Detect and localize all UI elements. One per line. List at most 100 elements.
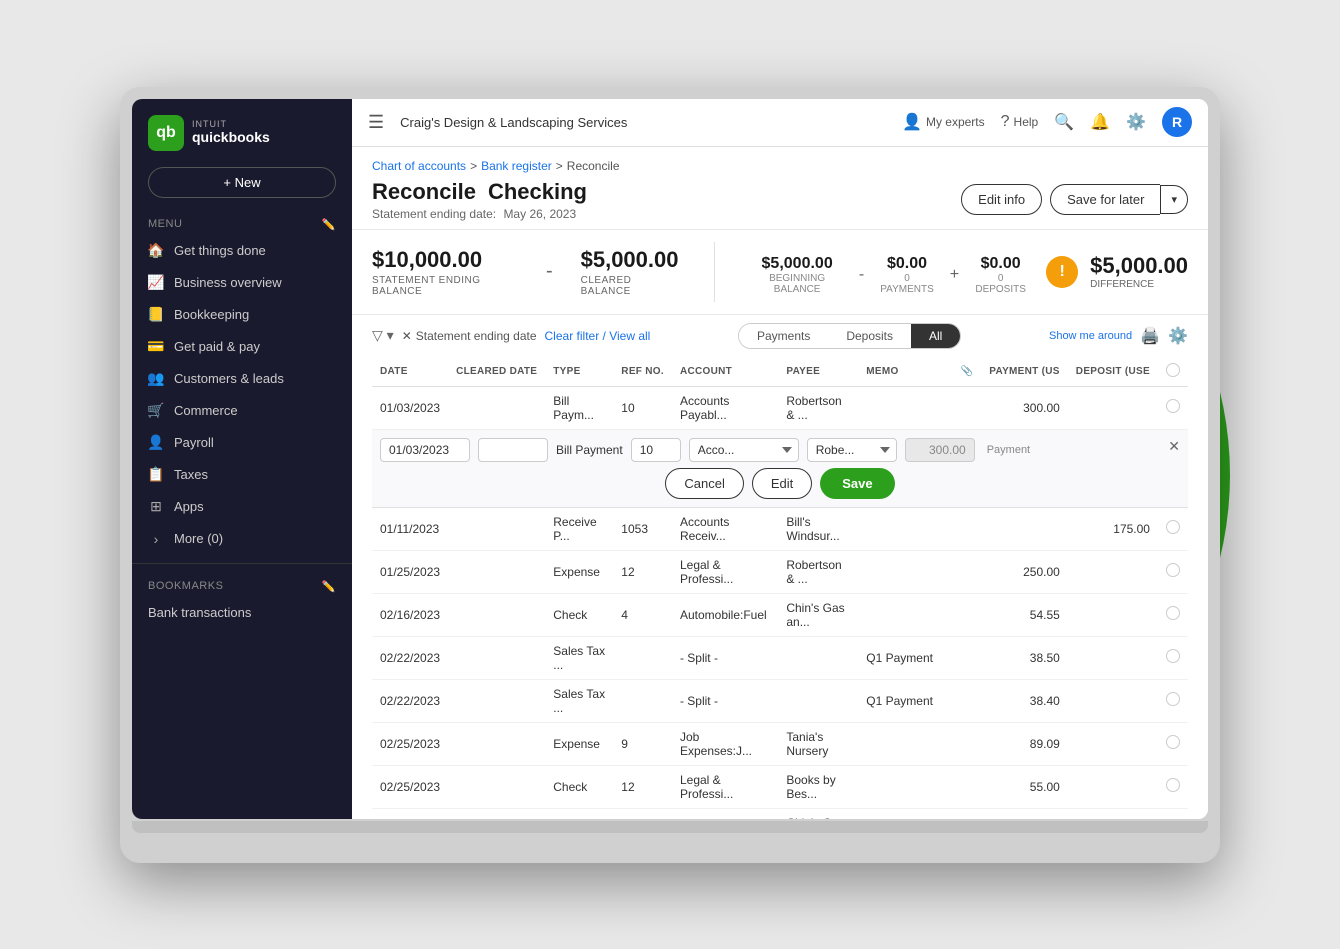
sidebar-item-more[interactable]: › More (0)	[132, 523, 352, 555]
tab-all[interactable]: All	[911, 324, 960, 348]
edit-ref-input[interactable]	[631, 438, 681, 462]
search-icon: 🔍	[1054, 112, 1074, 132]
cancel-button[interactable]: Cancel	[665, 468, 743, 499]
sidebar: qb INTUIT quickbooks + New MENU ✏️ 🏠 Get…	[132, 99, 352, 819]
cell-payee: Chin's Gas an...	[778, 593, 858, 636]
edit-amount-input[interactable]	[905, 438, 975, 462]
filter-icon[interactable]: ▽ ▾	[372, 327, 394, 344]
save-button[interactable]: Save	[820, 468, 894, 499]
edit-account-select[interactable]: Acco...	[689, 438, 799, 462]
sidebar-item-business-overview[interactable]: 📈 Business overview	[132, 267, 352, 299]
cleared-balance-label: CLEARED BALANCE	[581, 275, 679, 297]
cell-date: 02/16/2023	[372, 593, 448, 636]
new-button[interactable]: + New	[148, 167, 336, 198]
cell-attach	[952, 593, 981, 636]
user-avatar[interactable]: R	[1162, 107, 1192, 137]
cell-radio[interactable]	[1158, 679, 1188, 722]
sidebar-item-taxes[interactable]: 📋 Taxes	[132, 459, 352, 491]
save-for-later-button[interactable]: Save for later	[1050, 184, 1160, 215]
cell-radio[interactable]	[1158, 386, 1188, 429]
cell-radio[interactable]	[1158, 765, 1188, 808]
scroll-hint[interactable]: Show me around	[1049, 330, 1132, 342]
table-row[interactable]: 01/11/2023 Receive P... 1053 Accounts Re…	[372, 507, 1188, 550]
edit-button[interactable]: Edit	[752, 468, 812, 499]
cell-attach	[952, 636, 981, 679]
edit-info-button[interactable]: Edit info	[961, 184, 1042, 215]
edit-type-label: Bill Payment	[556, 443, 623, 457]
edit-cleared-input[interactable]	[478, 438, 548, 462]
cell-radio[interactable]	[1158, 636, 1188, 679]
page-title: Reconcile	[372, 179, 476, 205]
hamburger-icon[interactable]: ☰	[368, 112, 384, 133]
cell-deposit	[1068, 636, 1158, 679]
table-row[interactable]: 02/25/2023 Expense 9 Job Expenses:J... T…	[372, 722, 1188, 765]
cell-type: Expense	[545, 550, 613, 593]
table-row[interactable]: 02/16/2023 Check 4 Automobile:Fuel Chin'…	[372, 593, 1188, 636]
table-row[interactable]: 02/22/2023 Sales Tax ... - Split - Q1 Pa…	[372, 636, 1188, 679]
menu-edit-icon[interactable]: ✏️	[322, 218, 336, 231]
breadcrumb-chart-of-accounts[interactable]: Chart of accounts	[372, 159, 466, 173]
cell-attach	[952, 765, 981, 808]
sidebar-item-bookkeeping[interactable]: 📒 Bookkeeping	[132, 299, 352, 331]
help-button[interactable]: ? Help	[1001, 113, 1039, 131]
tab-buttons: Payments Deposits All	[738, 323, 961, 349]
cell-ref	[613, 679, 672, 722]
cell-type: Sales Tax ...	[545, 679, 613, 722]
breadcrumb-reconcile: Reconcile	[567, 159, 620, 173]
edit-date-input[interactable]	[380, 438, 470, 462]
cell-radio[interactable]	[1158, 808, 1188, 819]
sidebar-item-apps[interactable]: ⊞ Apps	[132, 491, 352, 523]
cell-account: - Split -	[672, 679, 778, 722]
close-icon[interactable]: ✕	[1168, 438, 1180, 455]
cell-radio[interactable]	[1158, 593, 1188, 636]
settings-button[interactable]: ⚙️	[1126, 112, 1146, 132]
sidebar-item-commerce[interactable]: 🛒 Commerce	[132, 395, 352, 427]
cell-radio[interactable]	[1158, 550, 1188, 593]
edit-payee-select[interactable]: Robe...	[807, 438, 897, 462]
notifications-button[interactable]: 🔔	[1090, 112, 1110, 132]
cell-payee: Chin's Gas an...	[778, 808, 858, 819]
table-row[interactable]: 01/03/2023 Bill Paym... 10 Accounts Paya…	[372, 386, 1188, 429]
sidebar-item-label: Payroll	[174, 435, 214, 450]
col-ref: REF NO.	[613, 357, 672, 387]
clear-filter-link[interactable]: Clear filter / View all	[545, 329, 651, 343]
person-icon: 👤	[148, 435, 164, 451]
filter-x-icon[interactable]: ✕	[402, 329, 412, 343]
table-row[interactable]: 02/25/2023 Check 12 Legal & Professi... …	[372, 765, 1188, 808]
sidebar-item-customers[interactable]: 👥 Customers & leads	[132, 363, 352, 395]
sidebar-item-label: Customers & leads	[174, 371, 284, 386]
tab-payments[interactable]: Payments	[739, 324, 828, 348]
bank-transactions-label: Bank transactions	[148, 605, 251, 620]
breadcrumb-bank-register[interactable]: Bank register	[481, 159, 552, 173]
sidebar-item-payroll[interactable]: 👤 Payroll	[132, 427, 352, 459]
cell-cleared	[448, 808, 545, 819]
table-settings-icon[interactable]: ⚙️	[1168, 326, 1188, 346]
table-row[interactable]: 02/22/2023 Sales Tax ... - Split - Q1 Pa…	[372, 679, 1188, 722]
print-icon[interactable]: 🖨️	[1140, 326, 1160, 346]
cell-payment: 300.00	[981, 386, 1068, 429]
cell-cleared	[448, 722, 545, 765]
edit-payment-note: Payment	[987, 444, 1030, 456]
bookmarks-edit-icon[interactable]: ✏️	[322, 580, 336, 593]
table-row[interactable]: 01/25/2023 Expense 12 Legal & Professi..…	[372, 550, 1188, 593]
cell-type: Check	[545, 808, 613, 819]
sidebar-item-bank-transactions[interactable]: Bank transactions	[132, 597, 352, 628]
tab-deposits[interactable]: Deposits	[828, 324, 911, 348]
my-experts-button[interactable]: 👤 My experts	[902, 112, 985, 132]
cell-date: 01/11/2023	[372, 507, 448, 550]
cell-radio[interactable]	[1158, 507, 1188, 550]
filter-tag: ✕ Statement ending date	[402, 329, 537, 343]
table-row[interactable]: 03/03/2023 Check 5 Automobile:Fuel Chin'…	[372, 808, 1188, 819]
search-button[interactable]: 🔍	[1054, 112, 1074, 132]
filter-row: ▽ ▾ ✕ Statement ending date Clear filter…	[372, 323, 1188, 349]
menu-label: MENU	[148, 218, 182, 230]
breadcrumb: Chart of accounts > Bank register > Reco…	[372, 159, 1188, 173]
card-icon: 💳	[148, 339, 164, 355]
cell-cleared	[448, 636, 545, 679]
save-for-later-arrow[interactable]: ▾	[1160, 185, 1188, 214]
sidebar-item-get-paid[interactable]: 💳 Get paid & pay	[132, 331, 352, 363]
tax-icon: 📋	[148, 467, 164, 483]
cell-radio[interactable]	[1158, 722, 1188, 765]
cell-attach	[952, 808, 981, 819]
sidebar-item-get-things-done[interactable]: 🏠 Get things done	[132, 235, 352, 267]
